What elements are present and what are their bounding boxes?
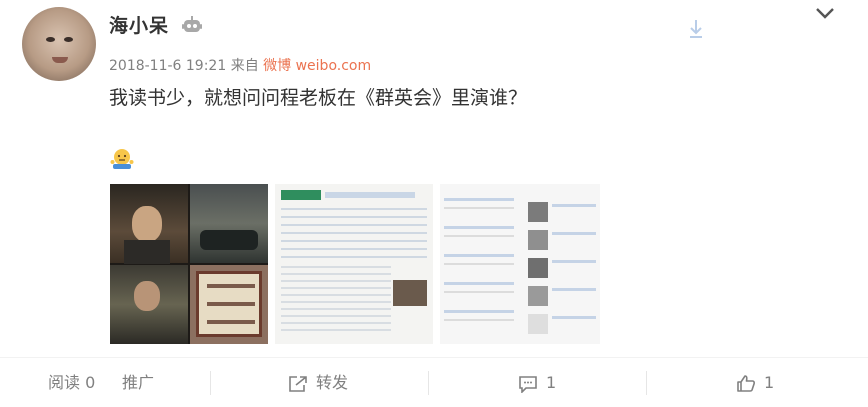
still-face-2 (134, 281, 160, 311)
baike-subtitle-line (325, 192, 415, 198)
weibo-post-card: 海小呆 2018-11-6 19:21 来自 微博 weibo.com 我读书少… (0, 0, 868, 407)
baike-title-block (281, 190, 321, 200)
comment-icon (519, 375, 537, 393)
like-count: 1 (764, 373, 775, 392)
read-count: 阅读 0 (48, 358, 95, 407)
comment-button[interactable]: 1 (518, 358, 556, 407)
footer-separator-1 (210, 371, 211, 395)
author-name[interactable]: 海小呆 (109, 11, 169, 38)
still-man-portrait (110, 184, 188, 264)
footer-separator-2 (428, 371, 429, 395)
via-label: 来自 (230, 58, 259, 74)
like-button[interactable]: 1 (736, 358, 774, 407)
cast-photo-4 (528, 286, 548, 306)
chevron-down-icon[interactable] (815, 6, 835, 20)
post-image-cast-list[interactable] (440, 184, 600, 344)
post-text: 我读书少，就想问问程老板在《群英会》里演谁？ (109, 87, 528, 109)
cast-list-right (552, 204, 596, 334)
sign-line-3 (207, 320, 255, 324)
shrug-emoji-icon (110, 149, 134, 169)
still-face (132, 206, 162, 242)
source-link[interactable]: 微博 weibo.com (263, 58, 371, 74)
still-sign (196, 271, 262, 337)
like-icon (737, 375, 755, 392)
post-image-baike-page[interactable] (275, 184, 433, 344)
post-timestamp[interactable]: 2018-11-6 19:21 (109, 58, 226, 74)
comment-count: 1 (546, 373, 557, 392)
repost-label: 转发 (316, 373, 349, 392)
still-woman (110, 265, 188, 344)
cast-photo-3 (528, 258, 548, 278)
robot-badge-icon (182, 16, 202, 32)
avatar-mouth (52, 57, 68, 63)
cast-photo-5 (528, 314, 548, 334)
baike-thumbnail (393, 280, 427, 306)
baike-body-lines (281, 266, 391, 336)
post-image-tv-stills[interactable] (110, 184, 268, 344)
sign-line-1 (207, 284, 255, 288)
read-number: 0 (85, 373, 96, 392)
still-car (200, 230, 258, 250)
repost-button[interactable]: 转发 (288, 358, 348, 407)
cast-photo-2 (528, 230, 548, 250)
still-jacket (124, 240, 170, 264)
still-sign-board (190, 265, 268, 344)
promote-button[interactable]: 推广 (122, 358, 154, 407)
sign-line-2 (207, 302, 255, 306)
author-avatar[interactable] (22, 7, 96, 81)
avatar-eye-left (46, 37, 55, 42)
still-street-car (190, 184, 268, 263)
cast-photo-1 (528, 202, 548, 222)
baike-info-lines (281, 208, 427, 258)
footer-separator-3 (646, 371, 647, 395)
avatar-eye-right (64, 37, 73, 42)
download-icon[interactable] (688, 18, 704, 40)
cast-list-left (444, 198, 514, 338)
read-label: 阅读 (48, 373, 81, 392)
post-footer: 阅读 0 推广 转发 1 1 (0, 358, 868, 407)
repost-icon (289, 375, 307, 392)
post-meta: 2018-11-6 19:21 来自 微博 weibo.com (109, 55, 371, 75)
